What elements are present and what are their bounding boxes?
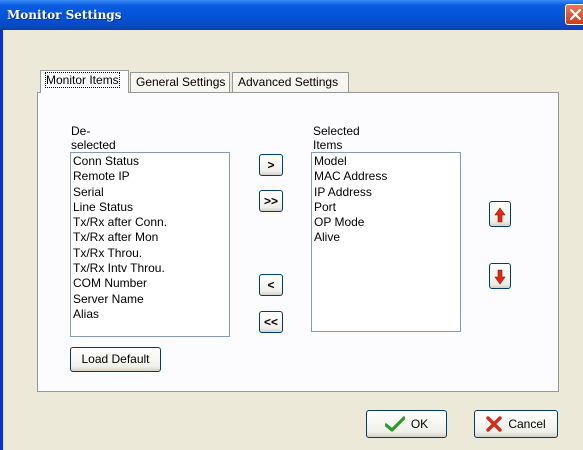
checkmark-icon — [384, 416, 405, 432]
list-item[interactable]: Tx/Rx Throu. — [73, 246, 227, 261]
move-up-button[interactable] — [489, 201, 511, 227]
load-default-button[interactable]: Load Default — [70, 347, 161, 372]
add-selected-button[interactable]: > — [259, 154, 283, 176]
list-item[interactable]: Alias — [73, 307, 227, 322]
x-icon — [486, 416, 503, 432]
window-title: Monitor Settings — [7, 8, 122, 22]
close-button[interactable] — [565, 4, 583, 25]
remove-selected-button[interactable]: < — [259, 274, 283, 296]
list-item[interactable]: Alive — [314, 230, 458, 245]
ok-label: OK — [410, 417, 429, 431]
list-item[interactable]: Line Status — [73, 200, 227, 215]
arrow-up-icon — [494, 207, 506, 223]
tab-label: General Settings — [136, 75, 226, 89]
arrow-down-icon — [494, 269, 506, 285]
list-item[interactable]: Model — [314, 154, 458, 169]
list-item[interactable]: Server Name — [73, 292, 227, 307]
list-item[interactable]: MAC Address — [314, 169, 458, 184]
list-item[interactable]: Tx/Rx after Mon — [73, 230, 227, 245]
list-item[interactable]: Serial — [73, 185, 227, 200]
tab-label: Advanced Settings — [238, 75, 339, 89]
tab-advanced-settings[interactable]: Advanced Settings — [232, 72, 349, 92]
title-bar: Monitor Settings — [0, 0, 583, 30]
tab-general-settings[interactable]: General Settings — [130, 72, 230, 92]
list-item[interactable]: Remote IP — [73, 169, 227, 184]
list-item[interactable]: Port — [314, 200, 458, 215]
deselected-list[interactable]: Conn Status Remote IP Serial Line Status… — [70, 152, 230, 337]
cancel-label: Cancel — [508, 417, 546, 431]
remove-all-button[interactable]: << — [259, 311, 283, 333]
tab-monitor-items[interactable]: Monitor Items — [40, 70, 129, 93]
window-border — [0, 30, 3, 450]
tab-label: Monitor Items — [45, 72, 120, 88]
list-item[interactable]: Tx/Rx after Conn. — [73, 215, 227, 230]
list-item[interactable]: Conn Status — [73, 154, 227, 169]
ok-button[interactable]: OK — [366, 410, 447, 438]
add-all-button[interactable]: >> — [259, 190, 283, 212]
list-item[interactable]: OP Mode — [314, 215, 458, 230]
selected-list[interactable]: Model MAC Address IP Address Port OP Mod… — [311, 152, 461, 332]
move-down-button[interactable] — [489, 263, 511, 289]
selected-heading: Selected Items — [313, 124, 360, 152]
cancel-button[interactable]: Cancel — [474, 410, 558, 438]
list-item[interactable]: Tx/Rx Intv Throu. — [73, 261, 227, 276]
close-icon — [569, 8, 582, 21]
list-item[interactable]: IP Address — [314, 185, 458, 200]
list-item[interactable]: COM Number — [73, 276, 227, 291]
